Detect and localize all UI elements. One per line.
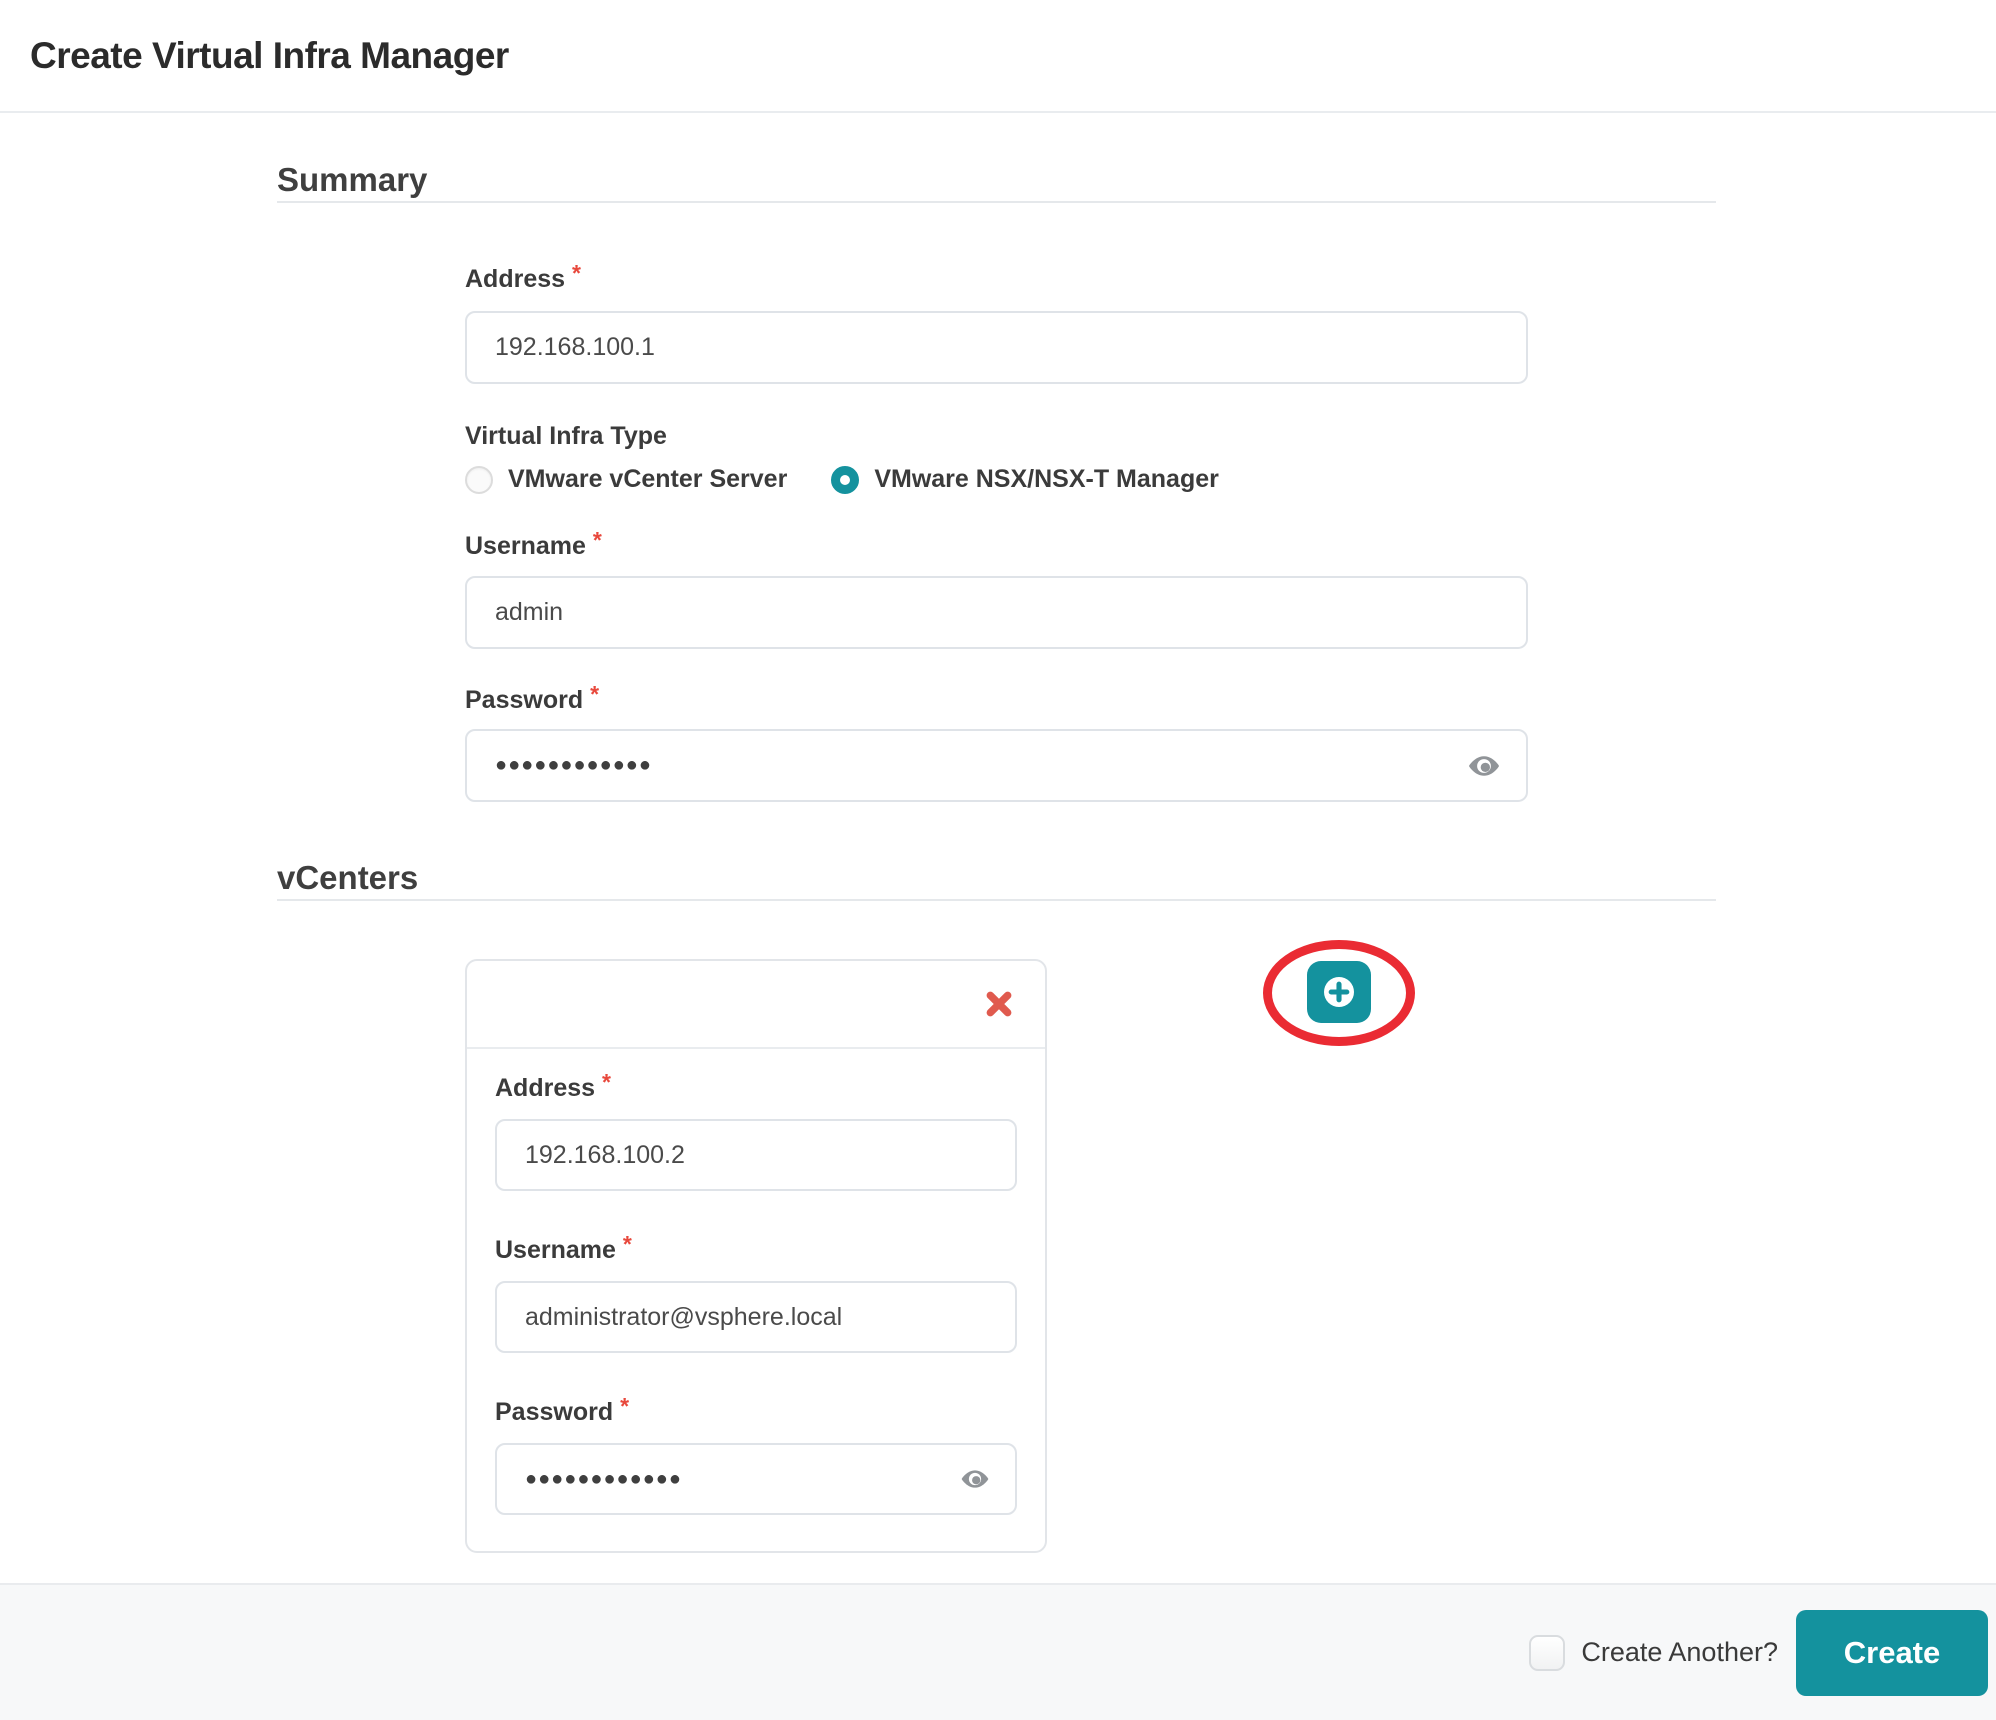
radio-option-label: VMware NSX/NSX-T Manager <box>874 465 1219 494</box>
section-divider <box>277 899 1716 901</box>
required-asterisk: * <box>590 681 599 708</box>
virtual-infra-type-group: Virtual Infra Type VMware vCenter Server… <box>465 421 1528 494</box>
close-x-icon <box>983 988 1015 1020</box>
radio-selected-icon[interactable] <box>831 466 859 494</box>
vcenter-username-label: Username <box>495 1235 616 1265</box>
password-reveal-button[interactable] <box>1466 748 1502 784</box>
vcenter-password-label: Password <box>495 1397 613 1427</box>
vcenter-username-group: Username * <box>495 1235 1017 1353</box>
password-input[interactable] <box>465 729 1528 802</box>
radio-option-vmware-vcenter-server[interactable]: VMware vCenter Server <box>465 465 787 494</box>
vcenter-password-group: Password * <box>495 1397 1017 1515</box>
vcenter-address-group: Address * <box>495 1073 1017 1191</box>
eye-icon <box>959 1463 991 1495</box>
summary-form: Address * Virtual Infra Type VMware <box>465 264 1528 802</box>
add-vcenter-button[interactable] <box>1307 961 1371 1023</box>
address-input[interactable] <box>465 311 1528 384</box>
virtual-infra-type-label: Virtual Infra Type <box>465 421 667 451</box>
vcenter-card-body: Address * Username * <box>467 1049 1045 1551</box>
required-asterisk: * <box>572 260 581 287</box>
create-button[interactable]: Create <box>1796 1610 1988 1696</box>
vcenter-card: Address * Username * <box>465 959 1047 1553</box>
vcenter-address-label: Address <box>495 1073 595 1103</box>
address-field-group: Address * <box>465 264 1528 384</box>
required-asterisk: * <box>620 1393 629 1420</box>
password-field-group: Password * <box>465 685 1528 802</box>
required-asterisk: * <box>602 1069 611 1096</box>
section-divider <box>277 201 1716 203</box>
plus-circle-icon <box>1321 974 1357 1010</box>
vcenter-password-reveal-button[interactable] <box>959 1463 991 1495</box>
vcenters-heading: vCenters <box>277 857 1716 899</box>
page-title: Create Virtual Infra Manager <box>30 35 509 77</box>
eye-icon <box>1466 748 1502 784</box>
vcenters-section: vCenters Address <box>277 857 1716 1553</box>
radio-option-vmware-nsx-manager[interactable]: VMware NSX/NSX-T Manager <box>831 465 1219 494</box>
remove-vcenter-button[interactable] <box>979 984 1019 1024</box>
summary-heading: Summary <box>277 159 1716 201</box>
vcenter-password-input[interactable] <box>495 1443 1017 1515</box>
vcenter-address-input[interactable] <box>495 1119 1017 1191</box>
username-field-group: Username * <box>465 531 1528 649</box>
radio-option-label: VMware vCenter Server <box>508 465 787 494</box>
modal-header: Create Virtual Infra Manager <box>0 0 1996 113</box>
modal-footer: Create Another? Create <box>0 1583 1996 1720</box>
create-virtual-infra-manager-modal: Create Virtual Infra Manager Summary Add… <box>0 0 1996 1720</box>
create-another-checkbox[interactable] <box>1529 1635 1565 1671</box>
summary-section: Summary Address * Virtual Infra Type <box>277 159 1716 802</box>
create-another-label: Create Another? <box>1581 1637 1778 1668</box>
required-asterisk: * <box>593 527 602 554</box>
add-vcenter-area <box>1307 961 1371 1023</box>
modal-body: Summary Address * Virtual Infra Type <box>0 113 1996 1583</box>
vcenters-row: Address * Username * <box>465 959 1716 1553</box>
password-label: Password <box>465 685 583 715</box>
username-input[interactable] <box>465 576 1528 649</box>
vcenter-card-header <box>467 961 1045 1049</box>
virtual-infra-type-radios: VMware vCenter Server VMware NSX/NSX-T M… <box>465 465 1528 494</box>
radio-unselected-icon[interactable] <box>465 466 493 494</box>
required-asterisk: * <box>623 1231 632 1258</box>
username-label: Username <box>465 531 586 561</box>
vcenter-username-input[interactable] <box>495 1281 1017 1353</box>
address-label: Address <box>465 264 565 294</box>
